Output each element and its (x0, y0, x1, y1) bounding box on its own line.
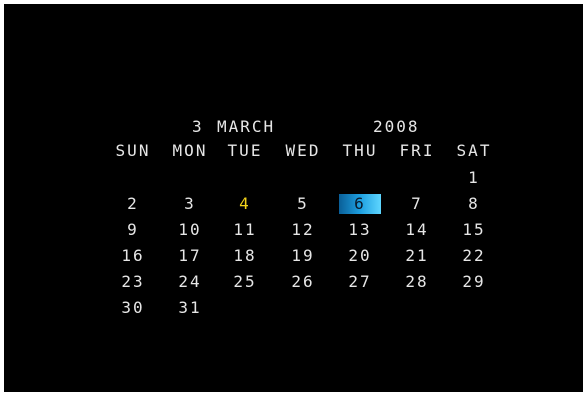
day-cell-19[interactable]: 19 (289, 246, 317, 266)
day-cell-6[interactable]: 6 (339, 194, 381, 214)
day-cell-15[interactable]: 15 (460, 220, 488, 240)
calendar-screen: 3 MARCH 2008 SUN MON TUE WED THU FRI SAT 12345… (4, 4, 583, 392)
day-cell-22[interactable]: 22 (460, 246, 488, 266)
day-cell-16[interactable]: 16 (119, 246, 147, 266)
day-cell-25[interactable]: 25 (231, 272, 259, 292)
header-day: 3 (192, 117, 204, 136)
day-cell-10[interactable]: 10 (176, 220, 204, 240)
day-cell-27[interactable]: 27 (346, 272, 374, 292)
day-cell-24[interactable]: 24 (176, 272, 204, 292)
weekday-thu: THU (342, 141, 378, 160)
day-cell-14[interactable]: 14 (403, 220, 431, 240)
day-cell-26[interactable]: 26 (289, 272, 317, 292)
header-year: 2008 (373, 117, 420, 136)
weekday-fri: FRI (399, 141, 435, 160)
weekday-tue: TUE (227, 141, 263, 160)
day-cell-8[interactable]: 8 (460, 194, 488, 214)
weekday-mon: MON (172, 141, 208, 160)
day-cell-18[interactable]: 18 (231, 246, 259, 266)
day-cell-12[interactable]: 12 (289, 220, 317, 240)
day-cell-23[interactable]: 23 (119, 272, 147, 292)
day-cell-13[interactable]: 13 (346, 220, 374, 240)
weekday-sun: SUN (115, 141, 151, 160)
day-cell-20[interactable]: 20 (346, 246, 374, 266)
day-cell-3[interactable]: 3 (176, 194, 204, 214)
day-cell-28[interactable]: 28 (403, 272, 431, 292)
weekday-sat: SAT (456, 141, 492, 160)
day-cell-7[interactable]: 7 (403, 194, 431, 214)
header-month: MARCH (217, 117, 276, 136)
day-cell-2[interactable]: 2 (119, 194, 147, 214)
day-cell-1[interactable]: 1 (460, 168, 488, 188)
day-cell-21[interactable]: 21 (403, 246, 431, 266)
day-cell-30[interactable]: 30 (119, 298, 147, 318)
day-cell-11[interactable]: 11 (231, 220, 259, 240)
day-cell-5[interactable]: 5 (289, 194, 317, 214)
day-cell-4[interactable]: 4 (231, 194, 259, 214)
day-cell-9[interactable]: 9 (119, 220, 147, 240)
day-cell-29[interactable]: 29 (460, 272, 488, 292)
weekday-wed: WED (285, 141, 321, 160)
day-cell-31[interactable]: 31 (176, 298, 204, 318)
day-cell-17[interactable]: 17 (176, 246, 204, 266)
